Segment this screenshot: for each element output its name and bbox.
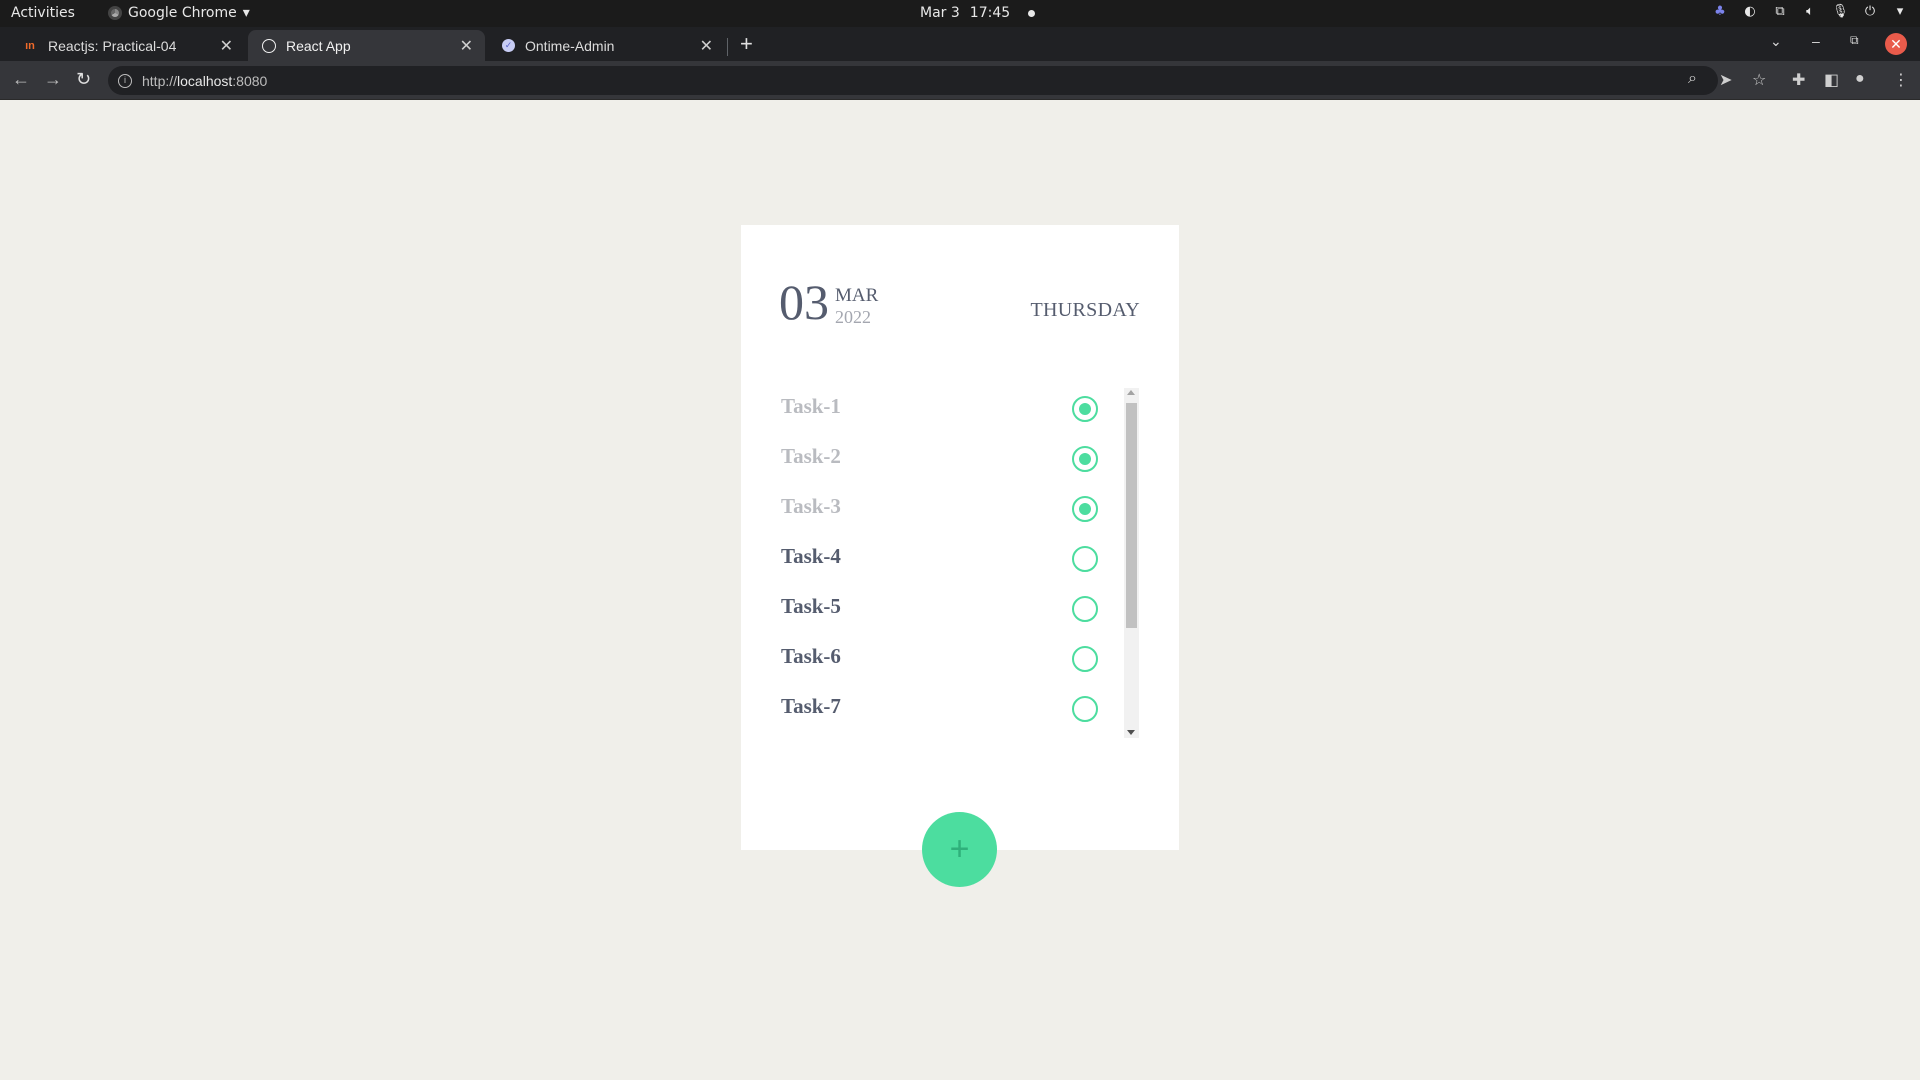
todo-card: 03 MAR 2022 THURSDAY Task-1 Task-2 Task-3 T… xyxy=(741,225,1179,850)
date-day: 03 xyxy=(779,274,829,330)
task-item[interactable]: Task-6 xyxy=(781,638,1127,678)
caret-down-icon: ▾ xyxy=(242,5,250,21)
notification-dot-icon xyxy=(1028,9,1036,17)
tray-caret-down-icon[interactable]: ▾ xyxy=(1892,4,1908,20)
task-list-scrollbar[interactable] xyxy=(1124,388,1139,738)
scroll-up-arrow-icon[interactable] xyxy=(1127,390,1135,395)
lms-favicon-icon: ın xyxy=(25,39,35,52)
tab-close-icon[interactable]: ✕ xyxy=(700,36,713,56)
task-incomplete-radio[interactable] xyxy=(1072,546,1098,572)
scroll-down-arrow-icon[interactable] xyxy=(1127,730,1135,735)
app-menu-label: Google Chrome xyxy=(128,5,237,21)
activities-button[interactable]: Activities xyxy=(11,5,75,21)
ontime-favicon-icon: ✓ xyxy=(502,39,515,52)
task-label: Task-6 xyxy=(781,644,841,668)
tab-title: Ontime-Admin xyxy=(525,37,615,54)
task-item[interactable]: Task-7 xyxy=(781,688,1127,728)
task-item[interactable]: Task-1 xyxy=(781,388,1127,428)
tab-close-icon[interactable]: ✕ xyxy=(460,36,473,56)
task-label: Task-3 xyxy=(781,494,841,518)
browser-toolbar: ← → ↻ i http:// localhost :8080 ⌕ ➤ ☆ ✚ … xyxy=(0,61,1920,100)
date-month: MAR xyxy=(835,285,879,306)
site-info-icon[interactable]: i xyxy=(118,73,132,88)
tab-title: Reactjs: Practical-04 xyxy=(48,37,177,54)
task-item[interactable]: Task-2 xyxy=(781,438,1127,478)
tab-separator xyxy=(727,38,728,56)
back-arrow-icon[interactable]: ← xyxy=(12,69,30,89)
scrollbar-thumb[interactable] xyxy=(1126,403,1137,628)
tab-reactjs-practical[interactable]: ın Reactjs: Practical-04 ✕ xyxy=(8,30,245,61)
globe-icon xyxy=(262,38,276,53)
task-complete-radio[interactable] xyxy=(1072,396,1098,422)
tab-ontime-admin[interactable]: ✓ Ontime-Admin ✕ xyxy=(488,30,725,61)
bookmark-star-icon[interactable]: ☆ xyxy=(1752,70,1766,90)
clock-time: 17:45 xyxy=(969,5,1011,21)
task-incomplete-radio[interactable] xyxy=(1072,646,1098,672)
minimize-button[interactable]: – xyxy=(1812,33,1820,49)
task-label: Task-2 xyxy=(781,444,841,468)
volume-icon[interactable]: 🔈︎ xyxy=(1802,4,1818,20)
address-bar[interactable]: i http:// localhost :8080 xyxy=(108,66,1718,95)
zoom-icon[interactable]: ⌕ xyxy=(1688,70,1697,88)
date-year: 2022 xyxy=(835,307,871,327)
task-item[interactable]: Task-4 xyxy=(781,538,1127,578)
window-close-button[interactable]: ✕ xyxy=(1885,33,1907,55)
network-icon[interactable]: ⧉ xyxy=(1772,4,1788,20)
night-light-icon[interactable]: ◐ xyxy=(1742,4,1758,20)
microphone-icon[interactable]: 🎙︎ xyxy=(1832,4,1849,20)
send-icon[interactable]: ➤ xyxy=(1719,70,1732,90)
clock-date: Mar 3 xyxy=(920,5,960,21)
reload-icon[interactable]: ↻ xyxy=(76,69,91,89)
extensions-puzzle-icon[interactable]: ✚ xyxy=(1792,70,1805,90)
app-menu[interactable]: Google Chrome ▾ xyxy=(108,5,250,21)
forward-arrow-icon[interactable]: → xyxy=(44,69,62,89)
system-top-bar: Activities Google Chrome ▾ Mar 3 17:45 ♣… xyxy=(0,0,1920,27)
plus-icon: + xyxy=(949,829,970,868)
clock[interactable]: Mar 3 17:45 xyxy=(920,5,1036,21)
chrome-icon xyxy=(108,6,122,20)
restore-button[interactable]: ⧉ xyxy=(1850,33,1859,48)
system-tray[interactable]: ♣ ◐ ⧉ 🔈︎ 🎙︎ ⏻ ▾ xyxy=(1712,4,1908,20)
url-port: :8080 xyxy=(232,72,268,89)
task-label: Task-7 xyxy=(781,694,841,718)
task-incomplete-radio[interactable] xyxy=(1072,696,1098,722)
radio-checked-dot-icon xyxy=(1079,453,1091,465)
radio-checked-dot-icon xyxy=(1079,503,1091,515)
profile-avatar-icon[interactable]: ● xyxy=(1855,70,1865,88)
add-task-button[interactable]: + xyxy=(922,812,997,887)
task-item[interactable]: Task-3 xyxy=(781,488,1127,528)
task-list[interactable]: Task-1 Task-2 Task-3 Task-4 Task-5 Task-6 Task… xyxy=(781,388,1127,738)
date-weekday: THURSDAY xyxy=(1030,299,1140,321)
tab-title: React App xyxy=(286,37,351,54)
task-label: Task-4 xyxy=(781,544,841,568)
power-icon[interactable]: ⏻ xyxy=(1862,4,1878,20)
radio-checked-dot-icon xyxy=(1079,403,1091,415)
task-label: Task-1 xyxy=(781,394,841,418)
task-complete-radio[interactable] xyxy=(1072,446,1098,472)
side-panel-icon[interactable]: ◧ xyxy=(1824,70,1839,90)
chrome-menu-icon[interactable]: ⋮ xyxy=(1893,70,1909,90)
new-tab-button[interactable]: + xyxy=(740,33,753,55)
url-host: localhost xyxy=(177,72,233,89)
tab-search-icon[interactable]: ⌄ xyxy=(1770,33,1782,50)
url-scheme: http:// xyxy=(142,72,178,89)
task-incomplete-radio[interactable] xyxy=(1072,596,1098,622)
teams-icon[interactable]: ♣ xyxy=(1712,4,1728,20)
task-item[interactable]: Task-5 xyxy=(781,588,1127,628)
task-complete-radio[interactable] xyxy=(1072,496,1098,522)
tab-close-icon[interactable]: ✕ xyxy=(220,36,233,56)
tab-react-app[interactable]: React App ✕ xyxy=(248,30,485,61)
task-label: Task-5 xyxy=(781,594,841,618)
tab-strip: ın Reactjs: Practical-04 ✕ React App ✕ ✓… xyxy=(0,27,1920,61)
